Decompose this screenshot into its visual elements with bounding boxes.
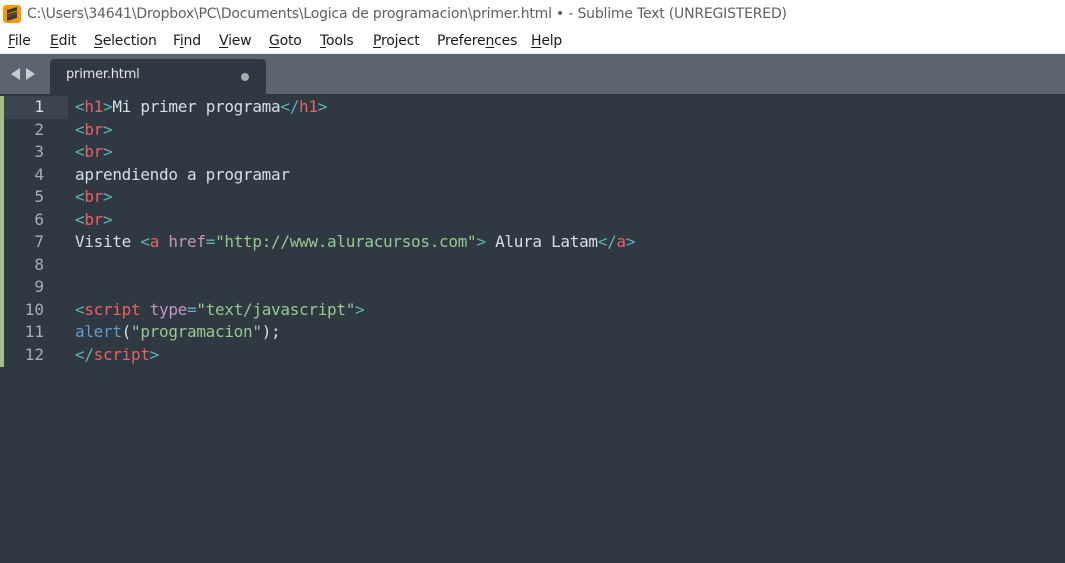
code-line[interactable] (75, 276, 635, 299)
code-token: type (149, 299, 188, 319)
line-number: 7 (34, 232, 44, 251)
menu-item-selection[interactable]: Selection (94, 33, 157, 49)
code-area[interactable]: <h1>Mi primer programa</h1> <br> <br> apren… (75, 96, 635, 366)
code-token: Alura Latam (485, 232, 598, 251)
code-token: > (149, 344, 160, 364)
code-token: h1 (84, 97, 104, 116)
code-token: h1 (299, 97, 318, 116)
code-token: < (75, 97, 85, 116)
code-token: < (75, 119, 85, 139)
code-token: > (317, 97, 328, 116)
tab-navigation (11, 68, 35, 80)
code-token: > (103, 142, 113, 161)
code-token: br (84, 142, 104, 161)
code-token: script (84, 299, 141, 319)
code-line[interactable]: <br> (75, 186, 635, 209)
menu-bar: File Edit Selection Find View Goto Tools Projec… (0, 30, 1065, 54)
tab-label: primer.html (66, 67, 140, 82)
code-token: href (168, 232, 206, 251)
code-token: ); (261, 322, 281, 341)
code-line[interactable] (75, 254, 635, 277)
code-line[interactable]: </script> (75, 344, 635, 367)
code-token: > (103, 97, 113, 116)
unsaved-dot-icon[interactable] (241, 73, 249, 81)
code-line[interactable]: <br> (75, 209, 635, 232)
menu-item-tools[interactable]: Tools (320, 33, 354, 49)
line-number: 6 (34, 209, 44, 229)
line-number: 9 (34, 277, 44, 296)
sublime-text-icon[interactable] (3, 5, 21, 23)
menu-item-project[interactable]: Project (373, 33, 420, 49)
code-token: "http://www.aluracursos.com" (215, 232, 477, 251)
menu-item-preferences[interactable]: Preferences (437, 33, 517, 49)
line-number: 4 (34, 164, 44, 184)
menu-item-view[interactable]: View (219, 33, 252, 49)
code-token: Visite (75, 232, 141, 251)
code-token: > (355, 299, 365, 319)
menu-item-find[interactable]: Find (173, 33, 201, 49)
line-number: 10 (24, 299, 44, 319)
code-line[interactable]: <br> (75, 141, 635, 164)
code-token: br (84, 209, 104, 229)
title-bar: C:\Users\34641\Dropbox\PC\Documents\Logi… (0, 0, 1065, 30)
code-line[interactable]: aprendiendo a programar (75, 164, 635, 187)
code-token: > (476, 232, 486, 251)
code-token: aprendiendo a programar (75, 164, 290, 184)
code-line[interactable]: <h1>Mi primer programa</h1> (75, 96, 635, 119)
code-token: > (625, 232, 636, 251)
code-token: a (616, 232, 626, 251)
code-token: ( (121, 322, 132, 341)
code-token: a (149, 232, 160, 251)
code-token: > (103, 119, 113, 139)
code-line[interactable]: <script type="text/javascript"> (75, 299, 635, 322)
code-token: < (75, 142, 85, 161)
line-number: 12 (24, 344, 44, 364)
menu-item-goto[interactable]: Goto (269, 33, 302, 49)
code-token: alert (75, 322, 122, 341)
code-token: script (93, 344, 150, 364)
code-token: </ (280, 97, 300, 116)
code-token: < (75, 209, 85, 229)
code-line[interactable]: <br> (75, 119, 635, 142)
line-number: 1 (4, 96, 68, 119)
code-token: </ (597, 232, 617, 251)
code-token: </ (75, 344, 94, 364)
tab-bar: primer.html (0, 54, 1065, 94)
code-line[interactable]: Visite <a href="http://www.aluracursos.c… (75, 231, 635, 254)
code-token: = (205, 232, 216, 251)
code-token: > (103, 209, 113, 229)
code-token: "programacion" (131, 322, 262, 341)
chevron-left-icon[interactable] (11, 68, 20, 80)
tab-primer-html[interactable]: primer.html (50, 59, 266, 94)
line-number: 8 (34, 254, 44, 274)
line-number: 11 (24, 322, 44, 341)
code-token: > (103, 187, 113, 206)
menu-item-help[interactable]: Help (531, 33, 562, 49)
menu-item-edit[interactable]: Edit (50, 33, 77, 49)
code-token: < (75, 299, 85, 319)
line-number: 2 (34, 119, 44, 139)
chevron-right-icon[interactable] (26, 68, 35, 80)
line-number: 3 (34, 142, 44, 161)
code-token: br (84, 187, 104, 206)
code-token: "text/javascript" (196, 299, 356, 319)
window-title: C:\Users\34641\Dropbox\PC\Documents\Logi… (27, 6, 787, 22)
code-token: < (140, 232, 150, 251)
code-token: br (84, 119, 104, 139)
line-number: 5 (34, 187, 44, 206)
line-number-gutter: 1 2 3 4 5 6 7 8 9 10 11 12 (4, 96, 68, 366)
code-token: < (75, 187, 85, 206)
code-token: = (187, 299, 197, 319)
code-line[interactable]: alert("programacion"); (75, 321, 635, 344)
code-editor[interactable]: 1 2 3 4 5 6 7 8 9 10 11 12 <h1>Mi primer programa</… (0, 94, 1065, 563)
code-token: Mi primer programa (112, 97, 281, 116)
menu-item-file[interactable]: File (8, 33, 31, 49)
